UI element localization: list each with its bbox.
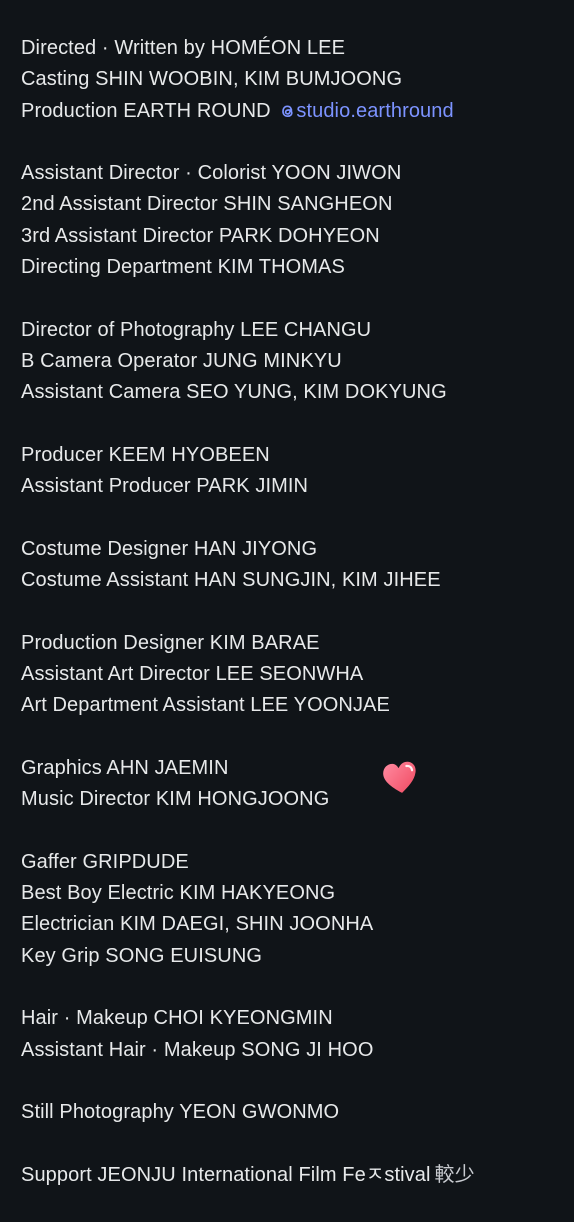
credit-group: Support JEONJU International Film Feㅈsti… [21,1160,574,1191]
credit-line-text: Producer KEEM HYOBEEN [21,443,270,466]
credit-line: Still Photography YEON GWONMO [21,1097,574,1128]
credit-line-text: Production Designer KIM BARAE [21,631,320,654]
credit-line-text: Assistant Camera SEO YUNG, KIM DOKYUNG [21,381,447,404]
credit-group: Production Designer KIM BARAE Assistant A… [21,628,574,722]
credits-text: Directed · Written by HOMÉON LEE Casting … [21,33,574,1222]
credit-line: Directed · Written by HOMÉON LEE [21,33,574,64]
credit-line-text: B Camera Operator JUNG MINKYU [21,349,342,372]
credit-line-text: Costume Designer HAN JIYONG [21,537,318,560]
credit-line: Graphics AHN JAEMIN [21,753,574,784]
credit-line-text: Still Photography YEON GWONMO [21,1101,340,1124]
credit-line: Directing Department KIM THOMAS [21,252,574,283]
credit-group: Costume Designer HAN JIYONG Costume Assis… [21,534,574,597]
credit-line-text: Key Grip SONG EUISUNG [21,944,263,967]
credit-line: Director of Photography LEE CHANGU [21,315,574,346]
credit-line-text: Art Department Assistant LEE YOONJAE [21,694,390,717]
credit-line: Art Department Assistant LEE YOONJAE [21,690,574,721]
credit-line: B Camera Operator JUNG MINKYU [21,346,574,377]
credit-line: Music Director KIM HONGJOONG [21,784,574,815]
credit-line-text: Production EARTH ROUND [21,99,271,122]
credit-line: Assistant Director · Colorist YOON JIWON [21,158,574,189]
credit-group: Gaffer GRIPDUDE Best Boy Electric KIM HAK… [21,847,574,972]
credit-line-text: Best Boy Electric KIM HAKYEONG [21,882,336,905]
credit-line-text: Graphics AHN JAEMIN [21,756,229,779]
credit-line: Producer KEEM HYOBEEN [21,440,574,471]
credit-group: Directed · Written by HOMÉON LEE Casting … [21,33,574,127]
credit-line-text: Music Director KIM HONGJOONG [21,788,330,811]
credit-line: Assistant Art Director LEE SEONWHA [21,659,574,690]
credit-group: Hair · Makeup CHOI KYEONGMIN Assistant Ha… [21,1003,574,1066]
credit-group: Director of Photography LEE CHANGU B Came… [21,315,574,409]
credit-line: Gaffer GRIPDUDE [21,847,574,878]
credit-line: Key Grip SONG EUISUNG [21,941,574,972]
credit-line-text: Assistant Producer PARK JIMIN [21,475,309,498]
credit-line-text: Casting SHIN WOOBIN, KIM BUMJOONG [21,68,403,91]
credit-line: Assistant Producer PARK JIMIN [21,471,574,502]
credit-line-text: Directed · Written by HOMÉON LEE [21,37,346,59]
credit-group: Still Photography YEON GWONMO [21,1097,574,1128]
credit-group: Assistant Director · Colorist YOON JIWON… [21,158,574,283]
show-less-link[interactable]: 較少 [435,1164,475,1186]
credit-line: Support JEONJU International Film Feㅈsti… [21,1160,574,1191]
credit-line: Electrician KIM DAEGI, SHIN JOONHA [21,909,574,940]
credit-line: Assistant Camera SEO YUNG, KIM DOKYUNG [21,377,574,408]
credit-line-text: Gaffer GRIPDUDE [21,850,189,873]
credit-line-text: Support JEONJU International Film Feㅈsti… [21,1163,431,1186]
credit-line-text: Hair · Makeup CHOI KYEONGMIN [21,1007,333,1030]
credit-line-text: Assistant Hair · Makeup SONG JI HOO [21,1038,374,1061]
credit-line-text: Director of Photography LEE CHANGU [21,318,372,341]
credit-line: Hair · Makeup CHOI KYEONGMIN [21,1003,574,1034]
credit-line: 2nd Assistant Director SHIN SANGHEON [21,189,574,220]
credit-group: Graphics AHN JAEMIN Music Director KIM HO… [21,753,574,816]
credit-line-text: Electrician KIM DAEGI, SHIN JOONHA [21,913,374,936]
credit-line: Assistant Hair · Makeup SONG JI HOO [21,1035,574,1066]
credit-line-text: Assistant Art Director LEE SEONWHA [21,662,364,685]
credit-line: Best Boy Electric KIM HAKYEONG [21,878,574,909]
credit-line: Production EARTH ROUND studio.earthround [21,96,574,127]
credit-line-text: Assistant Director · Colorist YOON JIWON [21,162,402,185]
credit-line: Costume Assistant HAN SUNGJIN, KIM JIHEE [21,565,574,596]
credit-line-text: 2nd Assistant Director SHIN SANGHEON [21,193,393,216]
credit-line: Production Designer KIM BARAE [21,628,574,659]
credit-line-text: 3rd Assistant Director PARK DOHYEON [21,224,380,247]
credit-group: Producer KEEM HYOBEEN Assistant Producer … [21,440,574,503]
threads-handle-text: studio.earthround [296,99,454,122]
threads-icon [282,105,294,117]
credit-line: Casting SHIN WOOBIN, KIM BUMJOONG [21,64,574,95]
credit-line: 3rd Assistant Director PARK DOHYEON [21,221,574,252]
credit-line-text: Directing Department KIM THOMAS [21,256,345,279]
threads-handle-link[interactable]: studio.earthround [276,99,454,122]
heart-icon [383,761,416,793]
credit-line-text: Costume Assistant HAN SUNGJIN, KIM JIHEE [21,569,441,592]
credit-line: Costume Designer HAN JIYONG [21,534,574,565]
